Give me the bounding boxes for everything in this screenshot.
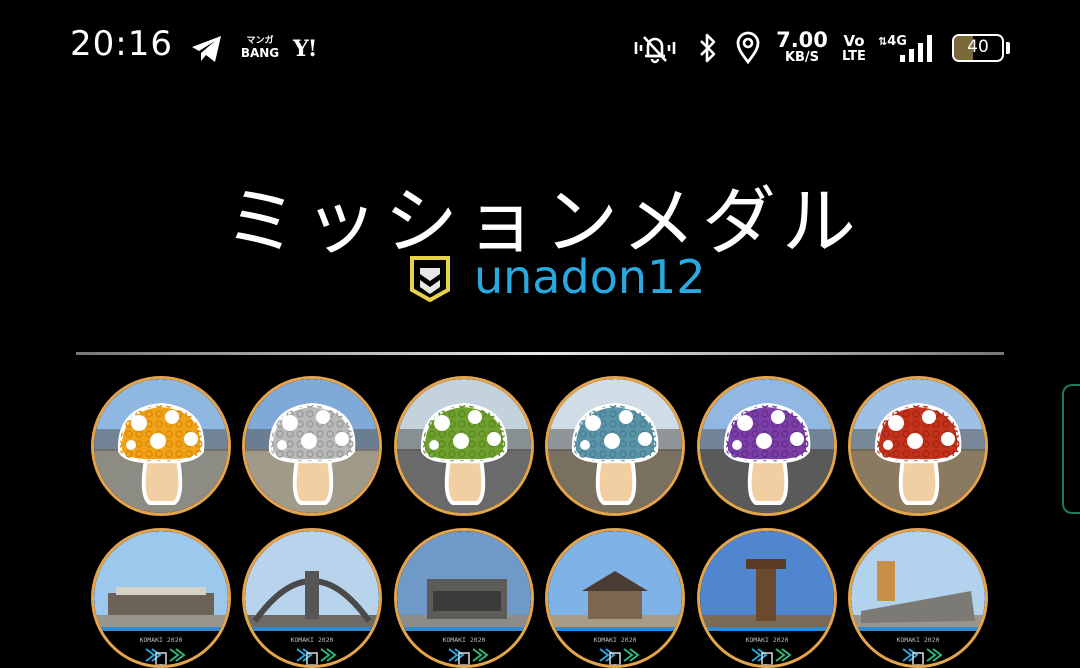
battery-icon: 40 — [952, 34, 1004, 62]
clock: 20:16 — [70, 24, 173, 64]
medal-series-label: KOMAKI 2020 — [745, 636, 788, 644]
faction-logo-icon — [408, 254, 452, 306]
signal-icon — [897, 32, 937, 68]
medal-komaki-2020-stone[interactable]: KOMAKI 2020 — [848, 528, 988, 668]
medal-komaki-2020-totem[interactable]: KOMAKI 2020 — [697, 528, 837, 668]
mute-vibrate-icon — [632, 32, 678, 68]
bluetooth-icon — [697, 32, 719, 68]
medal-orange-mushroom[interactable] — [91, 376, 231, 516]
yahoo-icon: Y! — [293, 36, 317, 62]
data-speed: 7.00 KB/S — [776, 28, 828, 65]
medal-komaki-2020-temple[interactable]: KOMAKI 2020 — [545, 528, 685, 668]
medal-green-mushroom[interactable] — [394, 376, 534, 516]
medal-gray-mushroom[interactable] — [242, 376, 382, 516]
medal-komaki-2020-building[interactable]: KOMAKI 2020 — [394, 528, 534, 668]
medal-komaki-2020-museum[interactable]: KOMAKI 2020 — [91, 528, 231, 668]
manga-bang-icon: マンガ BANG — [240, 36, 280, 60]
medal-series-label: KOMAKI 2020 — [139, 636, 182, 644]
medal-red-mushroom[interactable] — [848, 376, 988, 516]
medal-komaki-2020-gate[interactable]: KOMAKI 2020 — [242, 528, 382, 668]
telegram-icon — [190, 34, 224, 68]
edge-panel-handle[interactable] — [1062, 384, 1080, 514]
volte-icon: Vo LTE — [842, 32, 866, 64]
medal-series-label: KOMAKI 2020 — [593, 636, 636, 644]
battery-tip — [1006, 42, 1010, 54]
divider — [76, 352, 1004, 355]
location-icon — [735, 31, 761, 69]
status-bar: 20:16 マンガ BANG Y! 7.00 KB/S Vo LTE ⇅4G 4… — [0, 0, 1080, 96]
agent-username[interactable]: unadon12 — [474, 250, 706, 304]
medal-purple-mushroom[interactable] — [697, 376, 837, 516]
medal-series-label: KOMAKI 2020 — [290, 636, 333, 644]
medal-series-label: KOMAKI 2020 — [896, 636, 939, 644]
medal-teal-mushroom[interactable] — [545, 376, 685, 516]
medal-series-label: KOMAKI 2020 — [442, 636, 485, 644]
